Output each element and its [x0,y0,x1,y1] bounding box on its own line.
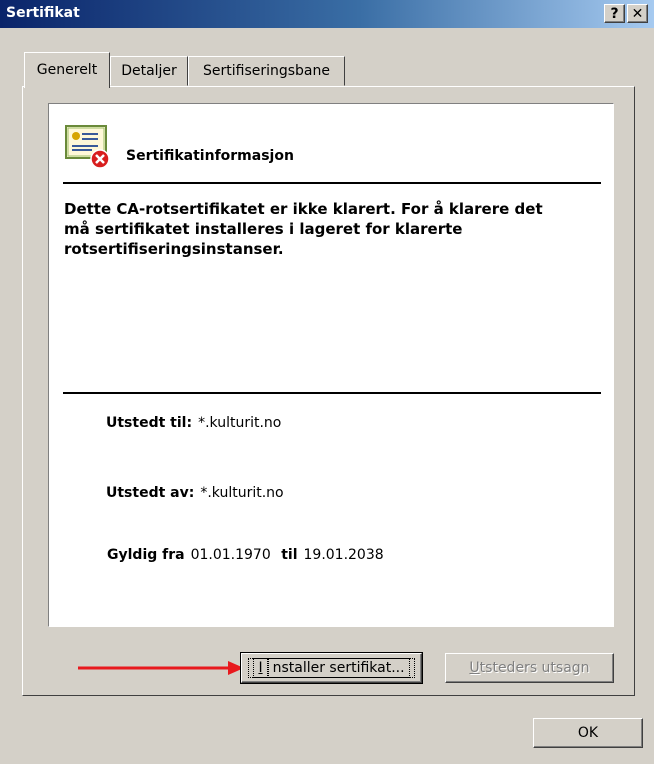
ok-button[interactable]: OK [533,718,643,748]
issued-to-row: Utstedt til: *.kulturit.no [106,415,281,431]
valid-from-value: 01.01.1970 [190,547,271,563]
certificate-error-icon [65,125,110,169]
issuer-statement-button[interactable]: Utsteders utsagn [445,653,614,683]
tab-details[interactable]: Detaljer [110,56,188,86]
help-button[interactable]: ? [604,4,625,23]
issued-by-label: Utstedt av: [106,485,195,501]
install-certificate-button[interactable]: Installer sertifikat... [240,652,423,684]
title-bar[interactable]: Sertifikat ? ✕ [0,0,654,28]
validity-row: Gyldig fra 01.01.1970 til 19.01.2038 [107,547,384,563]
divider-top [63,182,601,184]
certificate-dialog: Sertifikat ? ✕ Generelt Detaljer Sertifi… [0,0,654,764]
tab-certification-path[interactable]: Sertifiseringsbane [188,56,345,86]
valid-from-label: Gyldig fra [107,547,185,563]
issued-by-row: Utstedt av: *.kulturit.no [106,485,284,501]
divider-bottom [63,392,601,394]
red-arrow [78,661,244,675]
info-title: Sertifikatinformasjon [126,148,294,164]
install-certificate-label: Installer sertifikat... [248,658,415,678]
tab-general[interactable]: Generelt [24,52,110,88]
certificate-info-box: Sertifikatinformasjon Dette CA-rotsertif… [48,103,614,627]
issued-by-value: *.kulturit.no [200,485,284,501]
issued-to-label: Utstedt til: [106,415,193,431]
issued-to-value: *.kulturit.no [198,415,282,431]
window-title: Sertifikat [6,5,80,21]
close-button[interactable]: ✕ [627,4,648,23]
valid-until-value: 19.01.2038 [303,547,384,563]
valid-until-label: til [281,547,298,563]
trust-warning: Dette CA-rotsertifikatet er ikke klarert… [64,200,543,258]
